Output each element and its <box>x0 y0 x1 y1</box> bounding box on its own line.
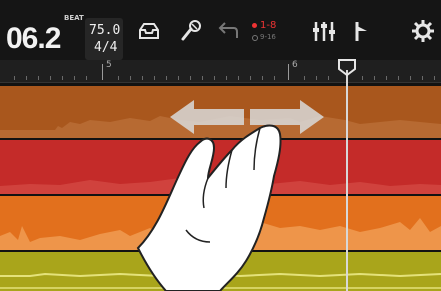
input-range-primary: 1-8 <box>260 20 277 31</box>
undo-icon[interactable] <box>214 18 240 44</box>
ruler-tick <box>118 76 119 80</box>
playhead-handle[interactable] <box>337 58 357 77</box>
ruler-tick <box>386 76 387 80</box>
input-idle-dot <box>252 35 258 41</box>
ruler-tick <box>202 76 203 80</box>
ruler-tick <box>250 76 251 80</box>
time-counter[interactable]: 06.2 BEAT 75.0 4/4 <box>2 8 123 60</box>
ruler-tick <box>434 76 435 80</box>
ruler-tick <box>86 76 87 80</box>
ruler-tick <box>50 76 51 80</box>
ruler-tick <box>410 76 411 80</box>
tempo-value: 75.0 <box>89 23 121 38</box>
ruler-tick <box>316 76 317 80</box>
beat-label: BEAT <box>64 14 84 22</box>
ruler-tick <box>38 76 39 80</box>
recorder-screen: 06.2 BEAT 75.0 4/4 1-8 9-16 5 6 <box>0 0 441 291</box>
ruler-tick <box>166 76 167 80</box>
ruler-tick <box>62 76 63 80</box>
ruler-tick <box>14 76 15 80</box>
ruler-tick <box>262 76 263 80</box>
time-display: 06.2 <box>6 22 61 55</box>
input-range-secondary: 9-16 <box>260 33 276 41</box>
time-signature: 4/4 <box>94 40 118 55</box>
ruler-tick <box>328 76 329 80</box>
input-indicator[interactable]: 1-8 9-16 <box>252 20 288 46</box>
marker-icon[interactable] <box>349 18 375 44</box>
ruler-tick <box>154 76 155 80</box>
timeline-ruler[interactable]: 5 6 <box>0 60 441 83</box>
ruler-tick <box>304 76 305 80</box>
ruler-bar-number: 5 <box>106 60 112 70</box>
ruler-tick <box>214 76 215 80</box>
ruler-tick <box>190 76 191 80</box>
toolbar: 06.2 BEAT 75.0 4/4 1-8 9-16 <box>0 0 441 60</box>
mic-icon[interactable] <box>178 18 204 44</box>
tempo-box[interactable]: 75.0 4/4 <box>85 18 123 60</box>
ruler-tick <box>142 76 143 80</box>
ruler-tick <box>226 76 227 80</box>
ruler-bar-line <box>288 64 289 80</box>
ruler-tick <box>398 76 399 80</box>
project-icon[interactable] <box>136 18 162 44</box>
ruler-tick <box>274 76 275 80</box>
ruler-tick <box>178 76 179 80</box>
settings-icon[interactable] <box>410 18 436 44</box>
ruler-tick <box>362 76 363 80</box>
ruler-tick <box>374 76 375 80</box>
ruler-tick <box>74 76 75 80</box>
mixer-icon[interactable] <box>311 18 337 44</box>
ruler-tick <box>26 76 27 80</box>
input-armed-dot <box>252 23 257 28</box>
pinch-hand-icon <box>128 118 308 291</box>
ruler-tick <box>422 76 423 80</box>
ruler-tick <box>238 76 239 80</box>
ruler-bar-line <box>102 64 103 80</box>
ruler-tick <box>130 76 131 80</box>
ruler-bar-number: 6 <box>292 60 298 70</box>
playhead-line <box>346 70 348 291</box>
